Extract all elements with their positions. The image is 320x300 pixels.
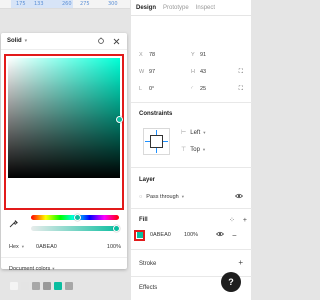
- constraint-widget[interactable]: [143, 128, 170, 155]
- horizontal-constraint-icon: ⊢: [181, 130, 187, 136]
- chevron-down-icon[interactable]: ▾: [203, 147, 205, 153]
- rotation-row: L 0° ◜ 25 ⛶: [139, 84, 247, 94]
- height-input[interactable]: 43: [200, 69, 206, 75]
- chevron-down-icon[interactable]: ▾: [52, 266, 54, 271]
- corner-radius-icon: ◜: [191, 86, 194, 92]
- horizontal-constraint-select[interactable]: ⊢ Left ▾: [181, 129, 206, 137]
- add-stroke-icon[interactable]: +: [238, 258, 243, 267]
- divider: [131, 249, 252, 250]
- chevron-down-icon[interactable]: ▾: [25, 38, 28, 44]
- layer-title: Layer: [139, 177, 156, 183]
- fill-swatch-frame[interactable]: [134, 229, 145, 241]
- y-label: Y: [191, 52, 195, 58]
- color-format-select[interactable]: Hex: [9, 244, 19, 250]
- saturation-value-area[interactable]: [8, 58, 120, 178]
- hue-slider-handle[interactable]: [74, 214, 81, 221]
- divider: [1, 257, 127, 258]
- document-color-swatches: [10, 282, 73, 290]
- saturation-value-handle[interactable]: [116, 116, 123, 123]
- style-grid-icon[interactable]: ⁘: [229, 216, 235, 224]
- style-icon[interactable]: [96, 36, 106, 46]
- size-row: W 97 H 43 ⛶: [139, 67, 247, 77]
- close-icon[interactable]: [111, 36, 121, 46]
- document-color-swatch[interactable]: [32, 282, 40, 290]
- ruler-tick: 300: [108, 1, 118, 7]
- w-label: W: [139, 69, 145, 75]
- fill-mode-select[interactable]: Solid: [7, 38, 22, 44]
- effects-title: Effects: [139, 285, 158, 291]
- fill-hex-input[interactable]: 0ABEA0: [150, 232, 184, 238]
- color-value-row: Hex ▾ 0ABEA0 100%: [9, 243, 121, 251]
- hue-slider[interactable]: [31, 214, 119, 221]
- divider: [131, 102, 252, 103]
- fill-row: 0ABEA0 100% −: [134, 229, 250, 241]
- rotation-input[interactable]: 0°: [149, 86, 191, 92]
- constraints-title: Constraints: [139, 111, 173, 117]
- document-color-swatch[interactable]: [65, 282, 73, 290]
- vertical-constraint-value: Top: [190, 146, 200, 153]
- document-color-swatch[interactable]: [21, 282, 29, 290]
- blend-mode-select[interactable]: ◌ Pass through ▾: [139, 193, 247, 201]
- tab-inspect[interactable]: Inspect: [196, 5, 215, 11]
- help-button[interactable]: ?: [221, 272, 241, 292]
- chevron-down-icon[interactable]: ▾: [182, 194, 184, 200]
- color-picker-panel: Solid ▾ Hex ▾ 0ABEA0 100% Document color…: [1, 33, 127, 290]
- opacity-input[interactable]: 100%: [107, 244, 121, 250]
- eye-icon[interactable]: [234, 193, 244, 201]
- x-label: X: [139, 52, 143, 58]
- eyedropper-icon[interactable]: [9, 219, 19, 229]
- document-color-swatch[interactable]: [43, 282, 51, 290]
- ruler-tick: 260: [62, 1, 72, 7]
- fill-opacity-input[interactable]: 100%: [184, 232, 210, 238]
- stroke-title: Stroke: [139, 261, 157, 267]
- y-input[interactable]: 91: [200, 52, 206, 58]
- tab-design[interactable]: Design: [136, 5, 156, 11]
- position-row: X 78 Y 91: [139, 50, 247, 60]
- horizontal-constraint-value: Left: [190, 129, 201, 136]
- remove-fill-icon[interactable]: −: [232, 231, 237, 240]
- blend-mode-value: Pass through: [146, 194, 179, 200]
- x-input[interactable]: 78: [149, 52, 191, 58]
- eye-icon[interactable]: [215, 231, 225, 239]
- divider: [131, 208, 252, 209]
- divider: [131, 167, 252, 168]
- hex-input[interactable]: 0ABEA0: [36, 244, 57, 250]
- fill-color-swatch[interactable]: [136, 232, 143, 238]
- independent-corners-icon[interactable]: ⛶: [239, 86, 243, 93]
- fill-title: Fill: [139, 217, 148, 223]
- document-color-swatch[interactable]: [54, 282, 62, 290]
- ruler-tick: 275: [80, 1, 90, 7]
- add-fill-icon[interactable]: +: [243, 217, 247, 224]
- tab-prototype[interactable]: Prototype: [163, 5, 189, 11]
- document-colors-label: Document colors: [9, 266, 51, 272]
- saturation-value-area-frame: [4, 54, 124, 210]
- ruler-tick: 175: [16, 1, 26, 7]
- corner-radius-input[interactable]: 25: [200, 86, 206, 92]
- document-color-swatch[interactable]: [10, 282, 18, 290]
- resize-to-fit-icon[interactable]: ⛶: [239, 69, 243, 76]
- opacity-slider-handle[interactable]: [113, 225, 120, 232]
- ruler-tick: 133: [34, 1, 44, 7]
- chevron-down-icon[interactable]: ▾: [203, 130, 205, 136]
- rotation-label: L: [139, 86, 143, 92]
- panel-tabs: Design Prototype Inspect: [131, 0, 251, 16]
- opacity-slider[interactable]: [31, 225, 120, 232]
- fill-header: Fill ⁘ +: [139, 216, 247, 225]
- vertical-constraint-icon: ⊤: [181, 147, 187, 153]
- document-colors-select[interactable]: Document colors ▾: [9, 266, 55, 272]
- properties-panel: Design Prototype Inspect X 78 Y 91 W 97 …: [130, 0, 252, 300]
- chevron-down-icon[interactable]: ▾: [22, 244, 24, 250]
- vertical-constraint-select[interactable]: ⊤ Top ▾: [181, 146, 205, 154]
- h-label: H: [191, 69, 195, 75]
- constraint-center-box[interactable]: [150, 135, 163, 148]
- picker-header: Solid ▾: [1, 33, 127, 50]
- ruler: 175 133 260 275 300: [0, 0, 130, 9]
- width-input[interactable]: 97: [149, 69, 191, 75]
- blend-mode-icon: ◌: [139, 194, 143, 200]
